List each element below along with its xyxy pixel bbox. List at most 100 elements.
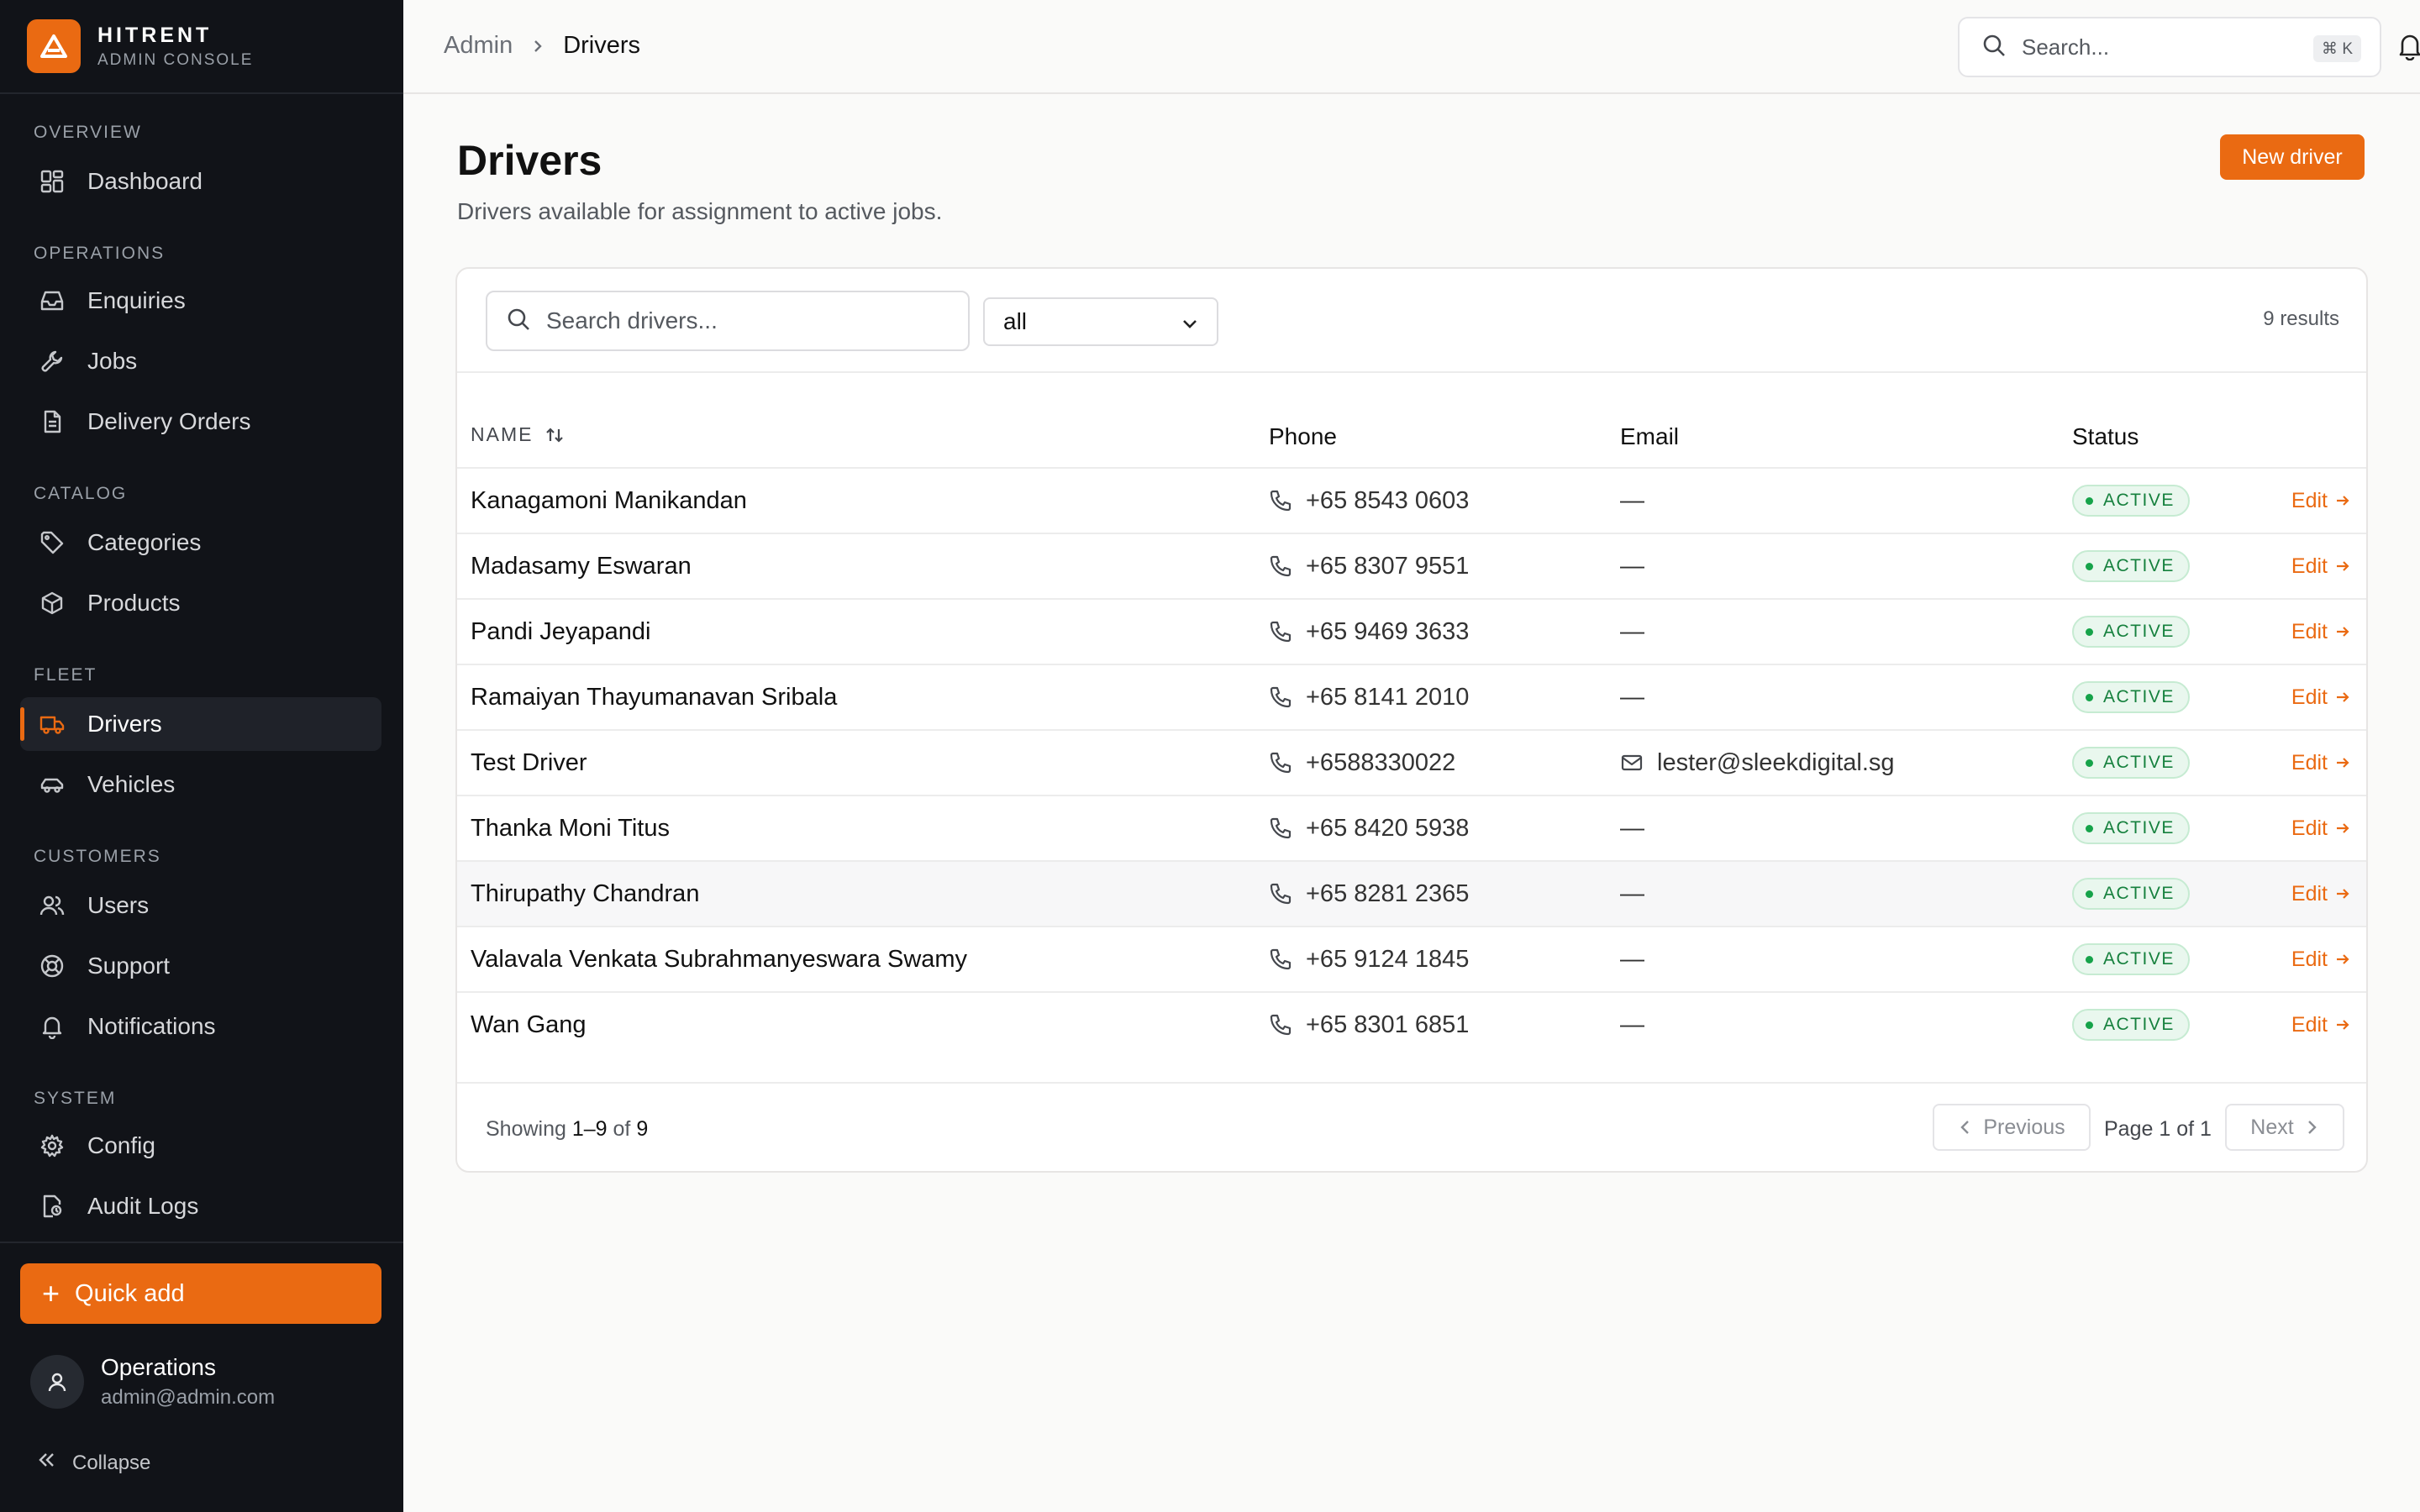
table-row[interactable]: Valavala Venkata Subrahmanyeswara Swamy … bbox=[457, 927, 2366, 993]
global-search-placeholder: Search... bbox=[2022, 34, 2110, 60]
status-text: ACTIVE bbox=[2103, 556, 2175, 575]
phone-icon bbox=[1269, 751, 1292, 774]
sidebar-item-dashboard[interactable]: Dashboard bbox=[20, 155, 381, 208]
edit-link[interactable]: Edit bbox=[2291, 665, 2351, 729]
sidebar-item-label: Enquiries bbox=[87, 287, 186, 313]
sidebar-item-vehicles[interactable]: Vehicles bbox=[20, 758, 381, 811]
truck-icon bbox=[37, 709, 67, 739]
edit-link[interactable]: Edit bbox=[2291, 731, 2351, 795]
inbox-icon bbox=[37, 286, 67, 316]
driver-search-input[interactable]: Search drivers... bbox=[486, 291, 970, 351]
sidebar-item-audit-logs[interactable]: Audit Logs bbox=[20, 1179, 381, 1233]
quick-add-button[interactable]: + Quick add bbox=[20, 1263, 381, 1324]
edit-label: Edit bbox=[2291, 750, 2328, 774]
phone-icon bbox=[1269, 620, 1292, 643]
driver-email: — bbox=[1620, 1011, 1644, 1038]
brand-logo-icon bbox=[27, 19, 81, 73]
table-row[interactable]: Thanka Moni Titus +65 8420 5938 — ACTIVE… bbox=[457, 796, 2366, 862]
document-icon bbox=[37, 407, 67, 437]
phone-icon bbox=[1269, 489, 1292, 512]
sidebar-item-config[interactable]: Config bbox=[20, 1119, 381, 1173]
edit-link[interactable]: Edit bbox=[2291, 862, 2351, 926]
next-label: Next bbox=[2250, 1115, 2294, 1139]
table-row[interactable]: Pandi Jeyapandi +65 9469 3633 — ACTIVE E… bbox=[457, 600, 2366, 665]
brand: HITRENT ADMIN CONSOLE bbox=[0, 0, 403, 94]
sidebar-item-categories[interactable]: Categories bbox=[20, 516, 381, 570]
edit-link[interactable]: Edit bbox=[2291, 993, 2351, 1057]
sidebar-item-label: Delivery Orders bbox=[87, 408, 251, 434]
phone-text: +65 8543 0603 bbox=[1306, 486, 1470, 514]
edit-link[interactable]: Edit bbox=[2291, 927, 2351, 991]
sidebar-item-support[interactable]: Support bbox=[20, 939, 381, 993]
notifications-bell-icon[interactable] bbox=[2398, 32, 2420, 65]
showing-of: of bbox=[613, 1117, 631, 1141]
global-search-input[interactable]: Search... ⌘ K bbox=[1958, 17, 2381, 77]
mail-icon bbox=[1620, 751, 1644, 774]
sidebar-item-users[interactable]: Users bbox=[20, 879, 381, 932]
status-dot bbox=[2086, 824, 2093, 832]
sidebar-item-delivery-orders[interactable]: Delivery Orders bbox=[20, 395, 381, 449]
edit-link[interactable]: Edit bbox=[2291, 469, 2351, 533]
sidebar-item-products[interactable]: Products bbox=[20, 576, 381, 630]
new-driver-button[interactable]: New driver bbox=[2220, 134, 2365, 180]
car-icon bbox=[37, 769, 67, 800]
status-dot bbox=[2086, 627, 2093, 636]
status-filter-select[interactable]: all bbox=[983, 297, 1218, 346]
driver-email: lester@sleekdigital.sg bbox=[1620, 731, 1895, 795]
previous-label: Previous bbox=[1983, 1115, 2065, 1139]
driver-phone: +65 9124 1845 bbox=[1269, 927, 1469, 991]
showing-range: 1–9 bbox=[571, 1117, 608, 1141]
edit-label: Edit bbox=[2291, 881, 2328, 906]
page-indicator: Page 1 of 1 bbox=[2104, 1117, 2212, 1142]
sidebar-item-label: Users bbox=[87, 892, 150, 918]
edit-link[interactable]: Edit bbox=[2291, 796, 2351, 860]
arrow-right-icon bbox=[2334, 492, 2351, 509]
status-cell: ACTIVE bbox=[2072, 927, 2190, 991]
column-header-name[interactable]: NAME bbox=[471, 423, 565, 446]
showing-prefix: Showing bbox=[486, 1117, 566, 1141]
search-shortcut: ⌘ K bbox=[2313, 35, 2361, 62]
previous-page-button[interactable]: Previous bbox=[1933, 1104, 2091, 1151]
driver-phone: +65 8420 5938 bbox=[1269, 796, 1469, 860]
chevron-down-icon bbox=[1180, 312, 1200, 339]
table-row[interactable]: Test Driver +6588330022 lester@sleekdigi… bbox=[457, 731, 2366, 796]
wrench-icon bbox=[37, 346, 67, 376]
status-badge: ACTIVE bbox=[2072, 812, 2190, 844]
driver-email: — bbox=[1620, 552, 1644, 580]
column-header-phone: Phone bbox=[1269, 423, 1337, 449]
collapse-button[interactable]: Collapse bbox=[37, 1450, 150, 1476]
edit-link[interactable]: Edit bbox=[2291, 600, 2351, 664]
edit-label: Edit bbox=[2291, 1012, 2328, 1037]
status-text: ACTIVE bbox=[2103, 622, 2175, 641]
driver-email: — bbox=[1620, 683, 1644, 711]
table-row[interactable]: Madasamy Eswaran +65 8307 9551 — ACTIVE … bbox=[457, 534, 2366, 600]
table-row[interactable]: Ramaiyan Thayumanavan Sribala +65 8141 2… bbox=[457, 665, 2366, 731]
status-dot bbox=[2086, 1021, 2093, 1029]
sidebar-item-drivers[interactable]: Drivers bbox=[20, 697, 381, 751]
sidebar-item-label: Config bbox=[87, 1132, 155, 1158]
sidebar-item-notifications[interactable]: Notifications bbox=[20, 1000, 381, 1053]
edit-label: Edit bbox=[2291, 816, 2328, 840]
breadcrumb-admin[interactable]: Admin bbox=[444, 32, 513, 60]
box-icon bbox=[37, 588, 67, 618]
edit-link[interactable]: Edit bbox=[2291, 534, 2351, 598]
table-row[interactable]: Wan Gang +65 8301 6851 — ACTIVE Edit bbox=[457, 993, 2366, 1058]
table-row[interactable]: Thirupathy Chandran +65 8281 2365 — ACTI… bbox=[457, 862, 2366, 927]
phone-text: +65 8281 2365 bbox=[1306, 879, 1470, 907]
search-icon bbox=[1981, 33, 2007, 62]
driver-phone: +65 8543 0603 bbox=[1269, 469, 1469, 533]
status-text: ACTIVE bbox=[2103, 949, 2175, 969]
user-profile[interactable]: Operations admin@admin.com bbox=[30, 1354, 275, 1410]
sidebar-item-label: Products bbox=[87, 590, 181, 616]
next-page-button[interactable]: Next bbox=[2225, 1104, 2344, 1151]
sidebar-item-label: Support bbox=[87, 953, 171, 979]
status-text: ACTIVE bbox=[2103, 687, 2175, 706]
gear-icon bbox=[37, 1131, 67, 1161]
table-row[interactable]: Kanagamoni Manikandan +65 8543 0603 — AC… bbox=[457, 469, 2366, 534]
sidebar-item-jobs[interactable]: Jobs bbox=[20, 334, 381, 388]
driver-phone: +6588330022 bbox=[1269, 731, 1455, 795]
dashboard-icon bbox=[37, 166, 67, 197]
sidebar-item-enquiries[interactable]: Enquiries bbox=[20, 274, 381, 328]
driver-search-placeholder: Search drivers... bbox=[546, 307, 718, 333]
arrow-right-icon bbox=[2334, 558, 2351, 575]
